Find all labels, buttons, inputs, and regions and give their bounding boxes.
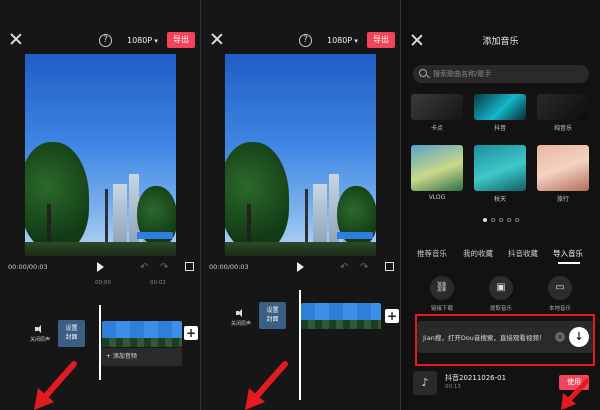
music-icon [537, 94, 589, 120]
editor-topbar: ? 1080P 导出 [0, 28, 200, 54]
extract-icon: ▣ [489, 276, 513, 300]
add-music-panel: 添加音乐 搜索歌曲名称/歌手 卡点 抖音 纯音乐 VLOG 秋天 旅行 推荐音乐… [401, 0, 600, 410]
editor-topbar: ? 1080P 导出 [201, 28, 400, 54]
search-icon [419, 69, 427, 77]
redo-icon[interactable]: ↷ [160, 262, 168, 273]
play-icon[interactable] [297, 262, 304, 272]
help-icon[interactable]: ? [99, 34, 112, 47]
ruler-tick: 00:00 [95, 280, 111, 286]
category-pure-music[interactable]: 纯音乐 [537, 94, 589, 132]
video-clip[interactable] [301, 303, 381, 329]
editor-panel-2: ? 1080P 导出 00:00/00:03 ↶ ↷ 关闭原声 设置 封面 + [201, 0, 400, 410]
set-cover-button[interactable]: 设置 封面 [259, 302, 286, 329]
category-autumn[interactable]: 秋天 [474, 145, 526, 203]
mute-original-audio[interactable]: 关闭原声 [229, 308, 253, 327]
travel-icon [537, 145, 589, 191]
vlog-icon [411, 145, 463, 191]
link-icon: ⛓ [430, 276, 454, 300]
help-icon[interactable]: ? [299, 34, 312, 47]
autumn-icon [474, 145, 526, 191]
ruler-tick: 00:02 [150, 280, 166, 286]
editor-panel-1: ? 1080P 导出 00:00/00:03 ↶ ↷ 00:00 00:02 关… [0, 0, 200, 410]
folder-icon: ▭ [548, 276, 572, 300]
annotation-highlight-box [415, 314, 595, 366]
add-clip-button[interactable]: + [184, 326, 198, 340]
annotation-arrow [34, 361, 77, 410]
speaker-icon [236, 308, 246, 318]
timecode: 00:00/00:03 [8, 263, 48, 271]
playhead[interactable] [299, 290, 301, 400]
redo-icon[interactable]: ↷ [360, 262, 368, 273]
category-vlog[interactable]: VLOG [411, 145, 463, 201]
category-label: 纯音乐 [553, 125, 572, 132]
category-label: 旅行 [556, 196, 569, 203]
option-label: 本地音乐 [548, 306, 571, 312]
search-placeholder: 搜索歌曲名称/歌手 [433, 70, 492, 78]
set-cover-button[interactable]: 设置 封面 [58, 320, 85, 347]
tab-douyin-favorites[interactable]: 抖音收藏 [508, 248, 538, 259]
undo-icon[interactable]: ↶ [140, 262, 148, 273]
category-douyin[interactable]: 抖音 [474, 94, 526, 132]
category-label: 卡点 [430, 125, 443, 132]
fullscreen-icon[interactable] [385, 262, 394, 271]
category-label: VLOG [428, 194, 446, 201]
category-label: 抖音 [493, 125, 506, 132]
tab-import-music[interactable]: 导入音乐 [553, 248, 583, 259]
mute-label: 关闭原声 [230, 321, 251, 327]
category-kadian[interactable]: 卡点 [411, 94, 463, 132]
link-download-option[interactable]: ⛓ 链接下载 [422, 276, 462, 312]
close-icon[interactable] [10, 33, 22, 45]
music-tabs: 推荐音乐 我的收藏 抖音收藏 导入音乐 [401, 248, 600, 264]
playback-bar: 00:00/00:03 ↶ ↷ [0, 258, 200, 274]
playback-bar: 00:00/00:03 ↶ ↷ [201, 258, 400, 274]
annotation-arrow [245, 361, 288, 410]
tab-favorites[interactable]: 我的收藏 [463, 248, 493, 259]
play-icon[interactable] [97, 262, 104, 272]
add-clip-button[interactable]: + [385, 309, 399, 323]
add-audio-button[interactable]: + 添加音频 [100, 348, 182, 366]
track-name: 抖音20211026-01 [445, 374, 507, 382]
music-note-icon: ♪ [413, 371, 437, 395]
resolution-selector[interactable]: 1080P [327, 34, 358, 48]
mute-original-audio[interactable]: 关闭原声 [28, 324, 52, 343]
tiktok-icon [474, 94, 526, 120]
carousel-dots [401, 218, 600, 222]
track-duration: 00:13 [445, 384, 461, 390]
playhead[interactable] [99, 305, 101, 380]
active-tab-indicator [558, 262, 580, 264]
option-label: 提取音乐 [489, 306, 512, 312]
export-button[interactable]: 导出 [367, 32, 395, 48]
category-label: 秋天 [493, 196, 506, 203]
search-input[interactable]: 搜索歌曲名称/歌手 [413, 65, 589, 83]
undo-icon[interactable]: ↶ [340, 262, 348, 273]
resolution-selector[interactable]: 1080P [127, 34, 158, 48]
export-button[interactable]: 导出 [167, 32, 195, 48]
sparkle-icon [411, 94, 463, 120]
time-ruler: 00:00 00:02 [0, 280, 200, 290]
video-clip[interactable] [102, 321, 182, 347]
fullscreen-icon[interactable] [185, 262, 194, 271]
timecode: 00:00/00:03 [209, 263, 249, 271]
extract-music-option[interactable]: ▣ 提取音乐 [481, 276, 521, 312]
close-icon[interactable] [211, 33, 223, 45]
annotation-arrow [561, 378, 590, 410]
category-travel[interactable]: 旅行 [537, 145, 589, 203]
mute-label: 关闭原声 [29, 337, 50, 343]
video-preview [25, 54, 176, 256]
speaker-icon [35, 324, 45, 334]
local-music-option[interactable]: ▭ 本地音乐 [540, 276, 580, 312]
video-preview [225, 54, 376, 256]
page-title: 添加音乐 [482, 37, 519, 47]
tab-recommended[interactable]: 推荐音乐 [417, 248, 447, 259]
option-label: 链接下载 [430, 306, 453, 312]
